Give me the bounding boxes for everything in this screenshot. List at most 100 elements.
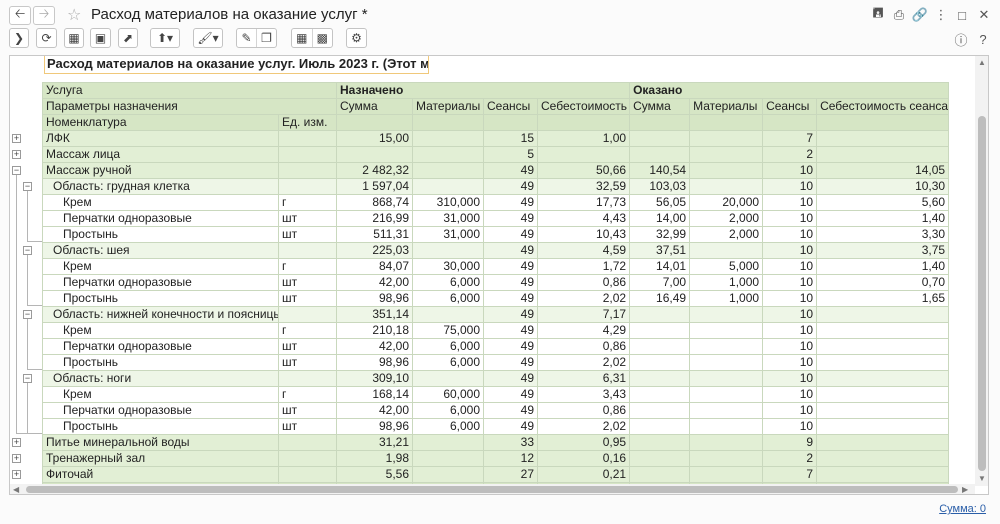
material-row[interactable]: Крем г 868,74 310,000 49 17,73 56,05 20,000 10 5,… [42,194,950,211]
material-row[interactable]: Крем г 84,07 30,000 49 1,72 14,01 5,000 10 1,40 [42,258,950,275]
material-row[interactable]: Перчатки одноразовые шт 42,00 6,000 49 0,86 10 [42,338,950,355]
collapse-icon[interactable]: − [23,310,32,319]
material-row[interactable]: Простынь шт 511,31 31,000 49 10,43 32,99 2,000 1… [42,226,950,243]
cell-unit: г [277,194,338,211]
report-area[interactable]: Расход материалов на оказание услуг. Июл… [9,55,989,495]
close-icon[interactable]: ✕ [976,7,992,23]
cell-cost2: 1,40 [816,258,950,275]
cell-ses2: 10 [762,402,818,419]
expand-icon[interactable]: + [12,438,21,447]
cell-sum2: 140,54 [629,162,691,179]
cell-cost2: 1,65 [816,290,950,307]
forward-button[interactable]: 🡢 [33,6,55,25]
more-icon[interactable]: ⋮ [933,7,949,23]
collapse-icon[interactable]: − [12,166,21,175]
scroll-up-icon[interactable]: ▲ [978,58,986,67]
refresh-button[interactable]: ⟳ [36,28,57,48]
table-view-button[interactable]: ▦ [292,29,313,47]
cell-mat2 [689,242,764,259]
cell-ses2: 10 [762,322,818,339]
export-button[interactable]: ⬆▾ [150,28,180,48]
cell-mat2 [689,146,764,163]
service-row[interactable]: Тренажерный зал 1,98 12 0,16 2 [42,450,950,467]
collapse-icon[interactable]: − [23,182,32,191]
cell-cost2 [816,338,950,355]
expand-icon[interactable]: + [12,134,21,143]
forward-icon: 🡢 [38,5,50,21]
service-row[interactable]: Массаж лица 5 2 [42,146,950,163]
star-icon[interactable]: ☆ [67,5,81,25]
run-button[interactable]: ❯ [9,28,29,48]
cell-ses: 15 [483,130,539,147]
cell-mat [412,130,485,147]
cell-sum2 [629,146,691,163]
cell-mat [412,146,485,163]
edit-button[interactable]: ✎ [237,29,257,47]
cell-cost: 1,72 [537,258,631,275]
service-row[interactable]: Фиточай 5,56 27 0,21 7 [42,466,950,483]
chart-view-button[interactable]: ▩ [313,29,333,47]
material-row[interactable]: Перчатки одноразовые шт 42,00 6,000 49 0,86 10 [42,402,950,419]
tree-line [27,433,43,434]
material-row[interactable]: Крем г 168,14 60,000 49 3,43 10 [42,386,950,403]
service-row[interactable]: Питье минеральной воды 31,21 33 0,95 9 [42,434,950,451]
service-row[interactable]: Массаж ручной 2 482,32 49 50,66 140,54 10 14,0… [42,162,950,179]
report-settings-button[interactable]: ▦ [64,28,84,48]
expand-icon[interactable]: + [12,454,21,463]
service-row[interactable]: ЛФК 15,00 15 1,00 7 [42,130,950,147]
cell-name: Массаж ручной [42,162,279,179]
cell-cost: 7,17 [537,306,631,323]
area-row[interactable]: Область: грудная клетка 1 597,04 49 32,59 10… [42,178,950,195]
vertical-scrollbar[interactable]: ▲ ▼ [975,56,988,486]
appearance-button[interactable]: 🖌▾ [193,28,223,48]
horizontal-scroll-thumb[interactable] [26,486,958,493]
area-row[interactable]: Область: шея 225,03 49 4,59 37,51 10 3,75 [42,242,950,259]
vertical-scroll-thumb[interactable] [978,116,986,471]
material-row[interactable]: Крем г 210,18 75,000 49 4,29 10 [42,322,950,339]
cell-ses2: 10 [762,178,818,195]
expand-icon[interactable]: + [12,470,21,479]
collapse-icon[interactable]: − [23,374,32,383]
save-icon[interactable]: 🖪 [870,5,886,23]
cell-ses: 49 [483,178,539,195]
expand-icon: ▣ [94,31,107,45]
settings-button[interactable]: ⚙ [346,28,367,48]
maximize-icon[interactable]: □ [954,7,970,23]
scroll-right-icon[interactable]: ▶ [962,485,968,494]
cell-sum: 168,14 [336,386,414,403]
material-row[interactable]: Перчатки одноразовые шт 42,00 6,000 49 0,86 7,… [42,274,950,291]
cell-unit: г [277,258,338,275]
cell-unit: шт [277,226,338,243]
cell-cost2 [816,354,950,371]
print-icon[interactable]: ⎙ [891,7,907,23]
material-row[interactable]: Перчатки одноразовые шт 216,99 31,000 49 4,43… [42,210,950,227]
info-icon[interactable]: ⓘ [953,31,969,48]
help-icon[interactable]: ? [975,31,991,47]
expand-icon[interactable]: + [12,150,21,159]
scroll-left-icon[interactable]: ◀ [13,485,19,494]
sum-indicator[interactable]: Сумма: 0 [939,503,986,515]
copy-icon: ❐ [261,31,272,45]
view-group: ▦ ▩ [291,28,333,48]
material-row[interactable]: Простынь шт 98,96 6,000 49 2,02 10 [42,354,950,371]
link-icon[interactable]: 🔗 [912,7,928,23]
collapse-icon[interactable]: − [23,246,32,255]
cell-cost2: 5,60 [816,194,950,211]
cell-mat [412,466,485,483]
expand-button[interactable]: ▣ [90,28,111,48]
cell-ses: 49 [483,370,539,387]
pointer-button[interactable]: ⬈ [118,28,138,48]
cell-cost2 [816,322,950,339]
area-row[interactable]: Область: нижней конечности и поясницы 351… [42,306,950,323]
material-row[interactable]: Простынь шт 98,96 6,000 49 2,02 10 [42,418,950,435]
material-row[interactable]: Простынь шт 98,96 6,000 49 2,02 16,49 1,000 10 1,… [42,290,950,307]
scroll-down-icon[interactable]: ▼ [978,474,986,483]
brush-icon: 🖌▾ [197,31,219,45]
back-button[interactable]: 🡠 [9,6,31,25]
copy-button[interactable]: ❐ [257,29,276,47]
cell-cost: 6,31 [537,370,631,387]
cell-cost [537,146,631,163]
area-row[interactable]: Область: ноги 309,10 49 6,31 10 [42,370,950,387]
cell-cost2: 14,05 [816,162,950,179]
horizontal-scrollbar[interactable]: ◀ ▶ [10,484,975,494]
